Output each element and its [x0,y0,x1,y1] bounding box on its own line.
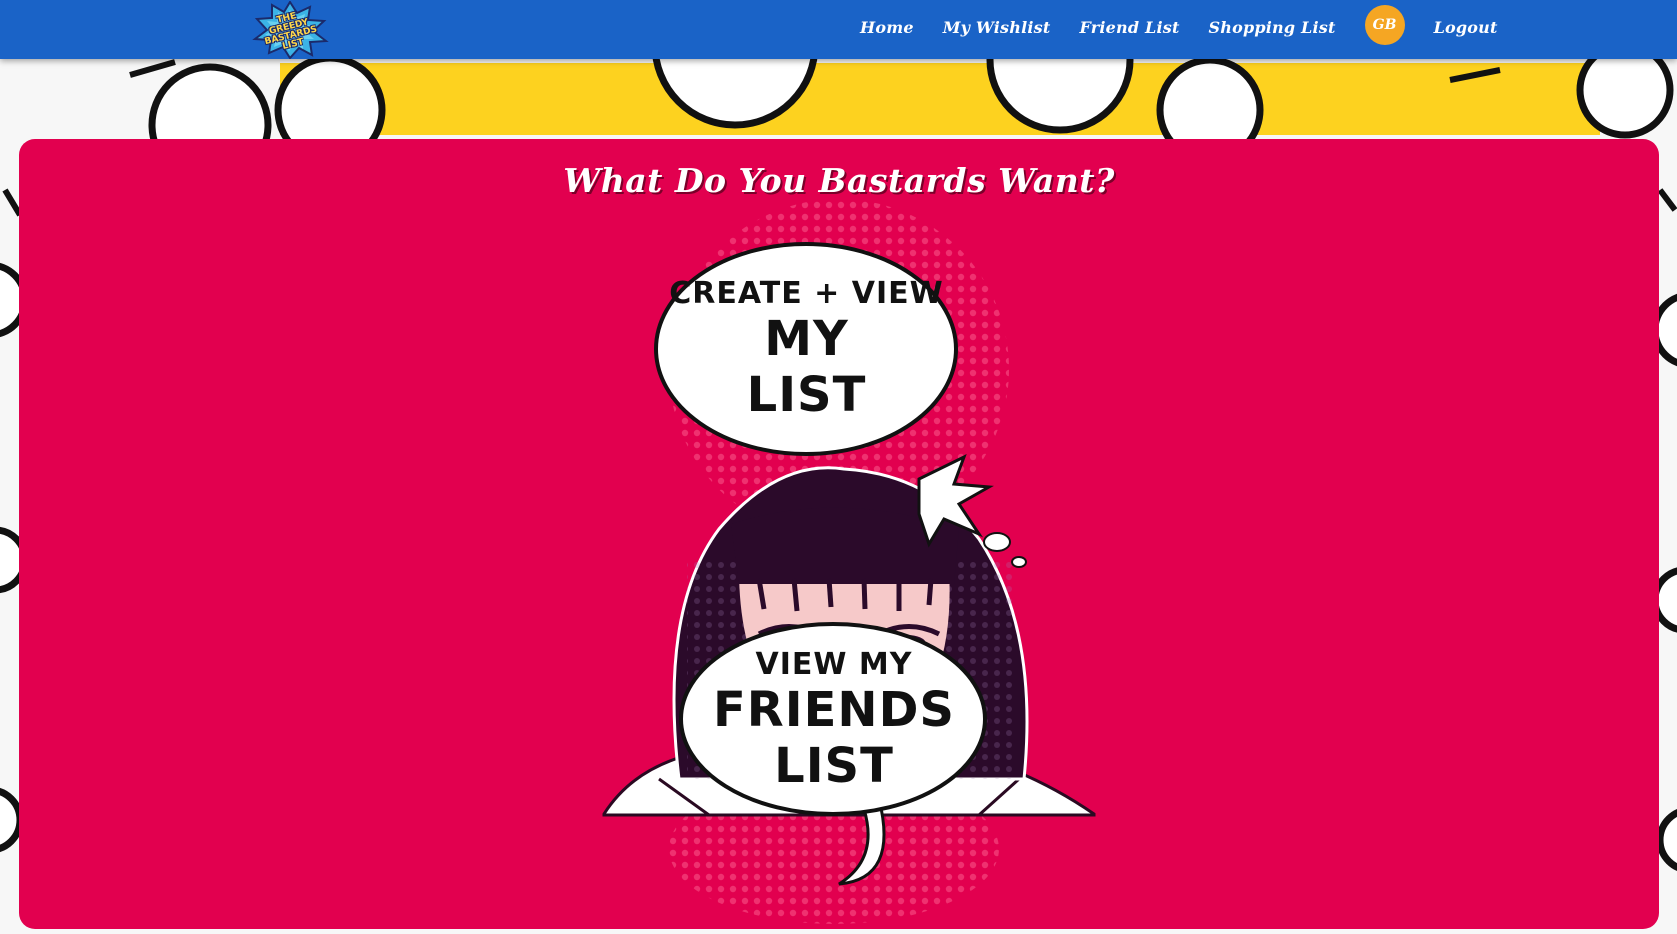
create-view-my-list-button[interactable]: CREATE + VIEW MY LIST [669,257,944,442]
logout-link[interactable]: Logout [1434,18,1498,37]
my-list-line3: LIST [746,366,867,423]
page-title: What Do You Bastards Want? [563,161,1115,200]
site-logo[interactable]: THE GREEDY BASTARDS LIST [250,0,330,60]
nav-link-shopping-list[interactable]: Shopping List [1209,18,1336,37]
my-list-line2: MY [764,310,849,367]
friends-line3: LIST [774,738,894,794]
view-friends-list-button[interactable]: VIEW MY FRIENDS LIST [694,631,974,811]
nav-links: Home My Wishlist Friend List Shopping Li… [860,0,1527,55]
nav-link-friend-list[interactable]: Friend List [1079,18,1179,37]
my-list-line1: CREATE + VIEW [669,275,944,311]
friends-line2: FRIENDS [713,682,955,738]
starburst-logo-icon [252,0,329,60]
main-card: What Do You Bastards Want? CREATE + VIEW… [19,139,1659,929]
nav-link-my-wishlist[interactable]: My Wishlist [943,18,1051,37]
user-avatar[interactable]: GB [1364,4,1405,45]
nav-link-home[interactable]: Home [860,18,914,37]
top-navbar: THE GREEDY BASTARDS LIST Home My Wishlis… [0,0,1677,60]
friends-line1: VIEW MY [755,647,913,682]
